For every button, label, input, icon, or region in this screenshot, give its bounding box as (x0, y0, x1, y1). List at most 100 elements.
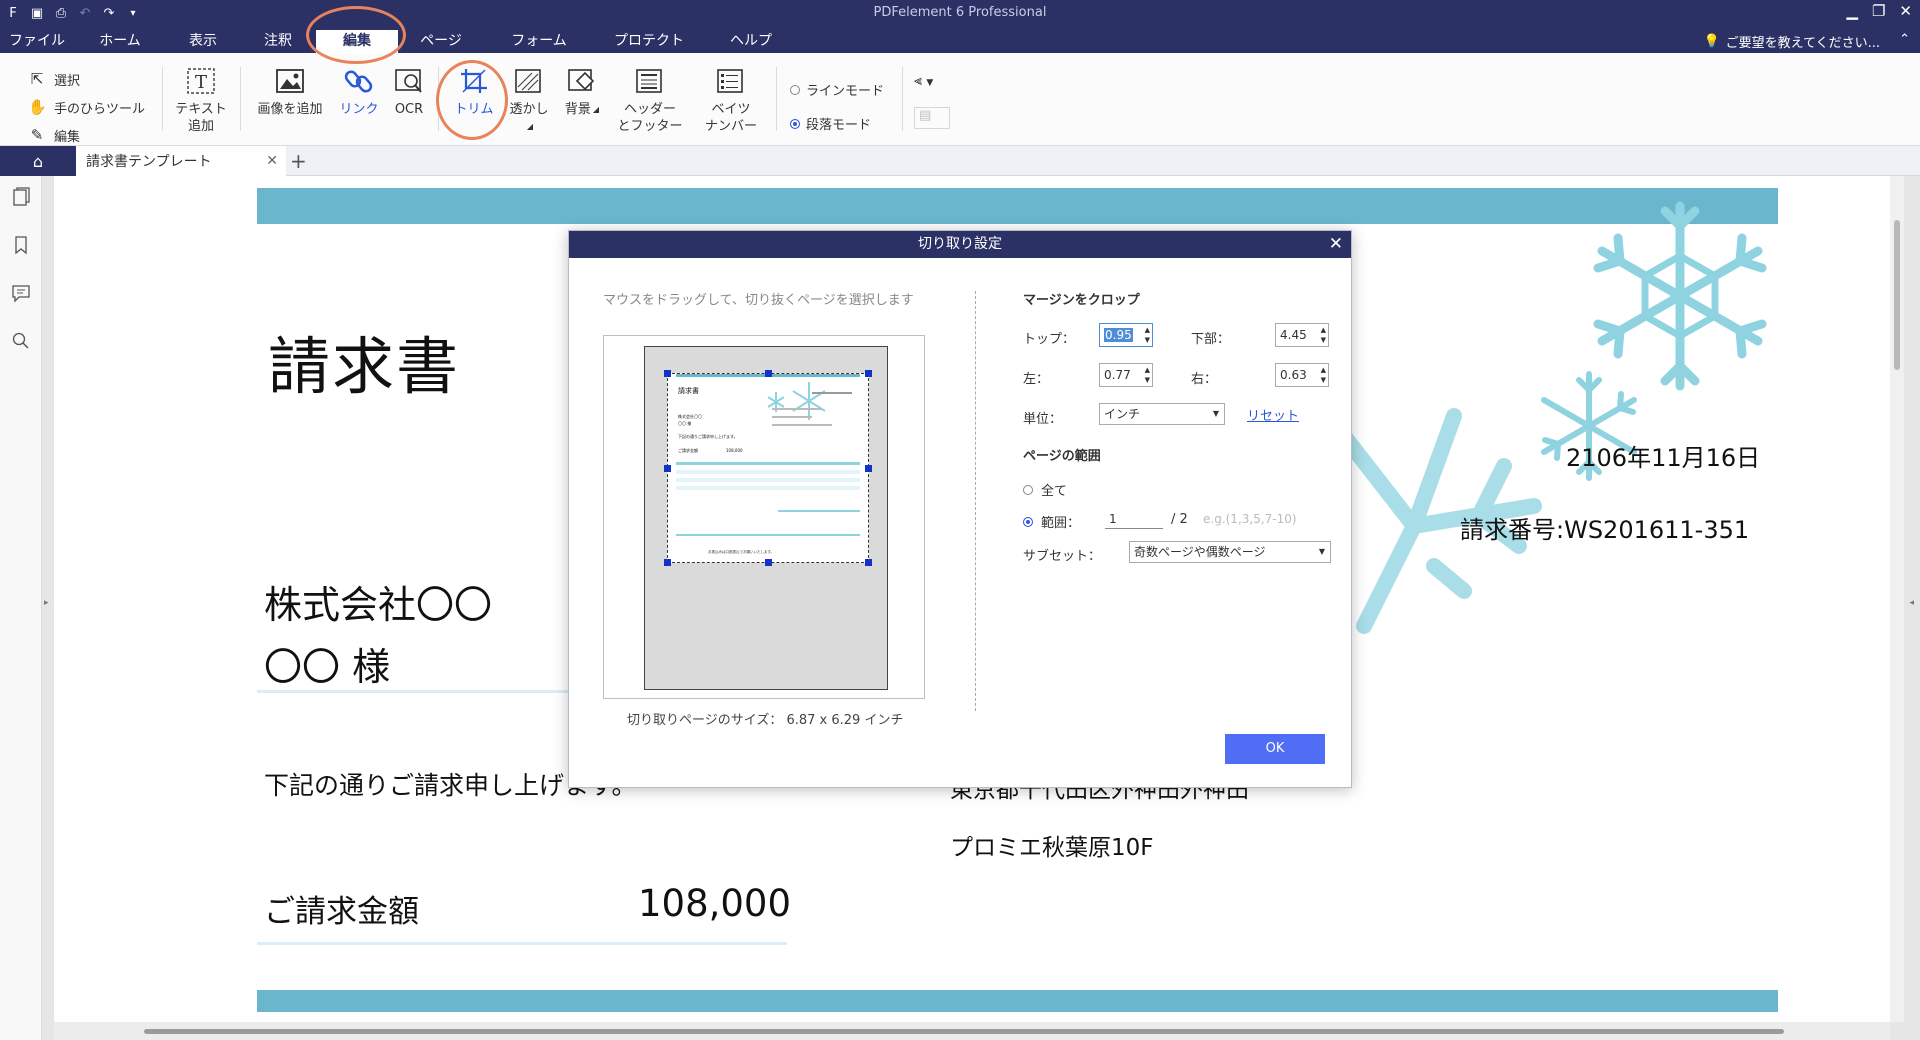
sidebar-expand-icon[interactable]: ▸ (44, 598, 49, 608)
crop-handle-top[interactable] (765, 370, 772, 377)
crop-icon (461, 69, 487, 93)
watermark-button[interactable]: 透かし ◢ (506, 67, 552, 135)
range-all-radio[interactable]: 全て (1023, 480, 1067, 499)
menu-home[interactable]: ホーム (74, 30, 166, 53)
reset-link[interactable]: リセット (1247, 405, 1299, 424)
crop-handle-top-right[interactable] (865, 370, 872, 377)
menu-protect[interactable]: プロテクト (594, 30, 704, 53)
right-margin-input[interactable]: 0.63 ▲ ▼ (1275, 363, 1329, 387)
print-icon[interactable]: ⎙ (54, 6, 68, 21)
tool-select[interactable]: ⇱ 選択 (28, 65, 145, 93)
pages-icon[interactable] (10, 186, 32, 208)
menu-form[interactable]: フォーム (484, 30, 594, 53)
undo-icon[interactable]: ↶ (78, 6, 92, 21)
crop-handle-left[interactable] (664, 465, 671, 472)
tool-edit[interactable]: ✎ 編集 (28, 121, 145, 149)
comment-icon[interactable] (10, 282, 32, 304)
right-margin-spin-icon[interactable]: ▲ ▼ (1321, 365, 1326, 385)
left-margin-input[interactable]: 0.77 ▲ ▼ (1099, 363, 1153, 387)
background-dropdown-icon[interactable]: ◢ (593, 105, 599, 114)
menu-help[interactable]: ヘルプ (704, 30, 798, 53)
document-tab[interactable]: 請求書テンプレート ✕ (76, 146, 286, 176)
top-margin-spin-icon[interactable]: ▲ ▼ (1145, 325, 1150, 345)
link-label: リンク (339, 102, 379, 117)
ok-button[interactable]: OK (1225, 734, 1325, 764)
tool-hand-label: 手のひらツール (54, 101, 146, 117)
menu-comment[interactable]: 注釈 (240, 30, 316, 53)
vertical-scroll-thumb[interactable] (1894, 220, 1900, 370)
new-tab-icon[interactable]: + (290, 149, 307, 173)
image-icon (276, 69, 304, 93)
add-text-label: テキスト 追加 (175, 102, 227, 134)
thumb-amount-value: 108,000 (726, 448, 743, 453)
add-text-button[interactable]: T テキスト 追加 (170, 67, 232, 135)
redo-icon[interactable]: ↷ (102, 6, 116, 21)
help-hint[interactable]: 💡 ご要望を教えてください... (1703, 32, 1880, 51)
vertical-scrollbar[interactable] (1890, 176, 1904, 1022)
horizontal-scrollbar[interactable] (54, 1022, 1890, 1040)
left-margin-spin-icon[interactable]: ▲ ▼ (1145, 365, 1150, 385)
align-dropdown[interactable]: ⫷ ▼ (914, 73, 933, 89)
background-button[interactable]: 背景 ◢ (558, 67, 606, 118)
thumb-recipient: 〇〇 様 (678, 421, 692, 426)
add-image-label: 画像を追加 (257, 102, 323, 117)
menu-view[interactable]: 表示 (166, 30, 240, 53)
link-button[interactable]: リンク (336, 67, 382, 118)
search-icon[interactable] (10, 330, 32, 352)
ocr-button[interactable]: OCR (388, 67, 430, 118)
footer-band (257, 990, 1778, 1012)
crop-handle-bottom-left[interactable] (664, 559, 671, 566)
range-total: / 2 (1171, 512, 1188, 527)
thumb-address-line (772, 416, 812, 418)
unit-select[interactable]: インチ ▼ (1099, 403, 1225, 425)
close-tab-icon[interactable]: ✕ (266, 153, 278, 169)
billing-company: 株式会社〇〇 (264, 583, 493, 627)
ribbon-collapse-icon[interactable]: ⌃ (1899, 32, 1910, 47)
watermark-dropdown-icon[interactable]: ◢ (527, 122, 533, 131)
app-title: PDFelement 6 Professional (873, 5, 1047, 20)
thumb-address-line (772, 408, 822, 410)
range-placeholder: e.g.(1,3,5,7-10) (1203, 512, 1297, 526)
crop-handle-bottom[interactable] (765, 559, 772, 566)
crop-preview-page[interactable]: 請求書 株式会社〇〇 〇〇 様 下記の通りご請求申し上げます。 ご請求金額 10… (644, 346, 888, 690)
minimize-icon[interactable]: ▁ (1846, 2, 1858, 20)
range-input[interactable]: 1 (1105, 509, 1163, 529)
dialog-close-icon[interactable]: ✕ (1329, 231, 1343, 258)
bookmark-icon[interactable] (10, 234, 32, 256)
right-panel-expand-icon[interactable]: ◂ (1909, 598, 1914, 608)
crop-handle-top-left[interactable] (664, 370, 671, 377)
maximize-icon[interactable]: ❐ (1872, 2, 1885, 20)
menu-edit[interactable]: 編集 (316, 30, 398, 53)
ribbon-separator (240, 67, 241, 131)
subset-select[interactable]: 奇数ページや偶数ページ ▼ (1129, 541, 1331, 563)
tool-hand[interactable]: ✋ 手のひらツール (28, 93, 145, 121)
building-line: プロミエ秋葉原10F (950, 835, 1154, 861)
line-mode-radio[interactable]: ラインモード (790, 80, 884, 99)
bates-number-button[interactable]: ベイツ ナンバー (698, 67, 764, 135)
qat-dropdown-icon[interactable]: ▾ (126, 8, 140, 19)
crop-handle-bottom-right[interactable] (865, 559, 872, 566)
crop-handle-right[interactable] (865, 465, 872, 472)
subset-dropdown-icon: ▼ (1318, 547, 1325, 556)
save-icon[interactable]: ▣ (30, 6, 44, 21)
ocr-label: OCR (394, 102, 424, 117)
svg-text:T: T (195, 72, 207, 93)
header-footer-button[interactable]: ヘッダー とフッター (612, 67, 688, 135)
thumb-table-header (676, 462, 860, 465)
range-input-value: 1 (1109, 512, 1117, 526)
add-image-button[interactable]: 画像を追加 (250, 67, 330, 118)
home-tab[interactable]: ⌂ (0, 146, 76, 176)
top-margin-input[interactable]: 0.95 ▲ ▼ (1099, 323, 1153, 347)
close-window-icon[interactable]: ✕ (1899, 2, 1912, 20)
bottom-margin-input[interactable]: 4.45 ▲ ▼ (1275, 323, 1329, 347)
crop-selection-area[interactable]: 請求書 株式会社〇〇 〇〇 様 下記の通りご請求申し上げます。 ご請求金額 10… (664, 370, 872, 566)
paragraph-mode-radio[interactable]: 段落モード (790, 114, 871, 133)
distribute-button[interactable]: ▤ (914, 107, 950, 129)
menu-file[interactable]: ファイル (0, 30, 74, 53)
bottom-margin-spin-icon[interactable]: ▲ ▼ (1321, 325, 1326, 345)
horizontal-scroll-thumb[interactable] (144, 1029, 1784, 1034)
range-custom-radio[interactable]: 範囲： (1023, 512, 1080, 531)
text-box-icon: T (187, 68, 215, 94)
menu-page[interactable]: ページ (398, 30, 484, 53)
trim-button[interactable]: トリム (446, 67, 502, 118)
